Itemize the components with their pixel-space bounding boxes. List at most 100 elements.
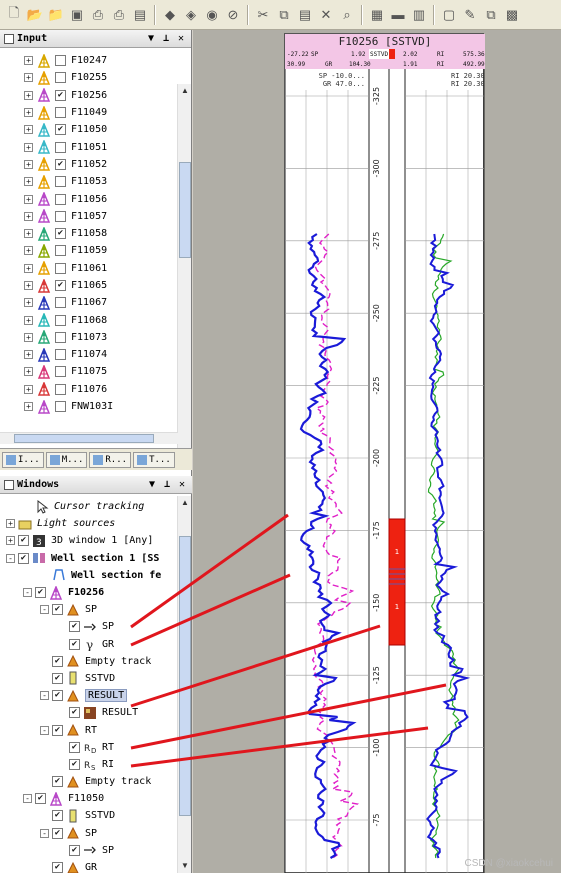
windows-tree-item[interactable]: ✔ SSTVD	[0, 807, 178, 824]
visibility-checkbox[interactable]	[55, 72, 66, 84]
input-vscroll[interactable]: ▲ ▼	[177, 84, 191, 460]
expand-icon[interactable]: -	[40, 725, 49, 735]
scroll-thumb[interactable]	[179, 536, 191, 816]
delete-icon[interactable]: ✕	[316, 5, 336, 25]
expand-icon[interactable]: +	[24, 402, 33, 412]
save-as-icon[interactable]: ▤	[130, 5, 150, 25]
windows-tree-item[interactable]: + ✔ 3 3D window 1 [Any]	[0, 532, 178, 549]
panel-tab[interactable]: T...	[133, 451, 175, 468]
visibility-checkbox[interactable]	[55, 349, 66, 361]
input-hscroll[interactable]	[0, 432, 178, 444]
back-icon[interactable]: ◆	[160, 5, 180, 25]
visibility-checkbox[interactable]: ✔	[52, 604, 63, 616]
visibility-checkbox[interactable]: ✔	[55, 124, 66, 136]
expand-icon[interactable]: +	[24, 73, 33, 83]
image-icon[interactable]: ▩	[502, 5, 522, 25]
stop-icon[interactable]: ⊘	[223, 5, 243, 25]
windows-tree-item[interactable]: + Light sources	[0, 515, 178, 532]
properties-icon[interactable]: ▦	[367, 5, 387, 25]
windows-tree-item[interactable]: - ✔ F10256	[0, 584, 178, 601]
scroll-thumb[interactable]	[179, 162, 191, 258]
expand-icon[interactable]: -	[23, 588, 32, 598]
panel-tab[interactable]: I...	[2, 451, 44, 468]
windows-tree-item[interactable]: ✔ SP	[0, 618, 178, 635]
visibility-checkbox[interactable]	[55, 297, 66, 309]
windows-tree-item[interactable]: ✔ SP	[0, 842, 178, 859]
visibility-checkbox[interactable]: ✔	[52, 862, 63, 873]
paste-icon[interactable]: ▤	[295, 5, 315, 25]
new-icon[interactable]: 🗋	[4, 5, 24, 25]
windows-tree-item[interactable]: ✔ Empty track	[0, 653, 178, 670]
expand-icon[interactable]: -	[23, 794, 32, 804]
expand-icon[interactable]: -	[6, 553, 15, 563]
visibility-checkbox[interactable]: ✔	[35, 793, 46, 805]
visibility-checkbox[interactable]: ✔	[55, 89, 66, 101]
visibility-checkbox[interactable]	[55, 193, 66, 205]
visibility-checkbox[interactable]	[55, 383, 66, 395]
input-tree-item[interactable]: + F11068	[0, 311, 191, 328]
close-icon[interactable]: ✕	[176, 479, 188, 490]
visibility-checkbox[interactable]: ✔	[55, 158, 66, 170]
cut-icon[interactable]: ✂	[253, 5, 273, 25]
input-tree-item[interactable]: + F11051	[0, 138, 191, 155]
expand-icon[interactable]: +	[24, 125, 33, 135]
visibility-checkbox[interactable]: ✔	[55, 228, 66, 240]
expand-icon[interactable]: +	[24, 281, 33, 290]
panel-tab[interactable]: R...	[89, 451, 132, 468]
expand-icon[interactable]: +	[6, 536, 15, 546]
find-icon[interactable]: ⌕	[337, 5, 357, 25]
visibility-checkbox[interactable]	[55, 262, 66, 274]
windows-tree-item[interactable]: - ✔ SP	[0, 825, 178, 842]
visibility-checkbox[interactable]	[55, 314, 66, 326]
visibility-checkbox[interactable]: ✔	[52, 827, 63, 839]
expand-icon[interactable]: +	[24, 298, 33, 308]
close-icon[interactable]: ✕	[175, 33, 187, 44]
expand-icon[interactable]: +	[6, 519, 15, 529]
pin-icon[interactable]: ⊥	[160, 33, 172, 44]
windows-tree-item[interactable]: ✔ RESULT	[0, 704, 178, 721]
visibility-checkbox[interactable]: ✔	[69, 707, 80, 719]
visibility-checkbox[interactable]: ✔	[52, 724, 63, 736]
input-tree-item[interactable]: + F11059	[0, 242, 191, 259]
visibility-checkbox[interactable]	[55, 331, 66, 343]
expand-icon[interactable]: +	[24, 90, 33, 100]
open-icon[interactable]: 📂	[25, 5, 45, 25]
expand-icon[interactable]: +	[24, 315, 33, 325]
forward-icon[interactable]: ◈	[181, 5, 201, 25]
input-tree-item[interactable]: + F10247	[0, 52, 191, 69]
visibility-checkbox[interactable]: ✔	[52, 690, 63, 702]
panel-tab[interactable]: M...	[45, 451, 88, 468]
input-tree-item[interactable]: + ✔ F11050	[0, 121, 191, 138]
visibility-checkbox[interactable]	[55, 107, 66, 119]
input-tree-item[interactable]: + ✔ F11058	[0, 225, 191, 242]
window-icon[interactable]: ⧉	[481, 5, 501, 25]
open-folder-icon[interactable]: 📁	[46, 5, 66, 25]
visibility-checkbox[interactable]	[55, 245, 66, 257]
panel-dropdown-icon[interactable]: ▼	[146, 479, 158, 490]
visibility-checkbox[interactable]: ✔	[52, 672, 63, 684]
visibility-checkbox[interactable]: ✔	[52, 776, 63, 788]
visibility-checkbox[interactable]	[55, 401, 66, 413]
expand-icon[interactable]: +	[24, 159, 33, 169]
expand-icon[interactable]: +	[24, 246, 33, 256]
visibility-checkbox[interactable]: ✔	[69, 758, 80, 770]
input-tree-item[interactable]: + F11053	[0, 173, 191, 190]
visibility-checkbox[interactable]: ✔	[52, 655, 63, 667]
windows-tree-item[interactable]: ✔ SSTVD	[0, 670, 178, 687]
expand-icon[interactable]: +	[24, 194, 33, 204]
input-tree-item[interactable]: + ✔ F11052	[0, 156, 191, 173]
windows-tree-item[interactable]: Cursor tracking	[0, 498, 178, 515]
visibility-checkbox[interactable]: ✔	[35, 587, 46, 599]
windows-tree-item[interactable]: ✔ GR	[0, 859, 178, 873]
visibility-checkbox[interactable]: ✔	[69, 621, 80, 633]
copy-icon[interactable]: ⧉	[274, 5, 294, 25]
scroll-down-icon[interactable]: ▼	[178, 859, 192, 873]
input-tree-item[interactable]: + ✔ F10256	[0, 87, 191, 104]
expand-icon[interactable]: +	[24, 211, 33, 221]
visibility-checkbox[interactable]: ✔	[55, 280, 66, 291]
input-tree-item[interactable]: + F11057	[0, 208, 191, 225]
windows-tree-item[interactable]: - ✔ Well section 1 [SS	[0, 550, 178, 567]
visibility-checkbox[interactable]: ✔	[69, 844, 80, 856]
windows-tree-item[interactable]: ✔ γ GR	[0, 636, 178, 653]
windows-tree-item[interactable]: Well section fe	[0, 567, 178, 584]
